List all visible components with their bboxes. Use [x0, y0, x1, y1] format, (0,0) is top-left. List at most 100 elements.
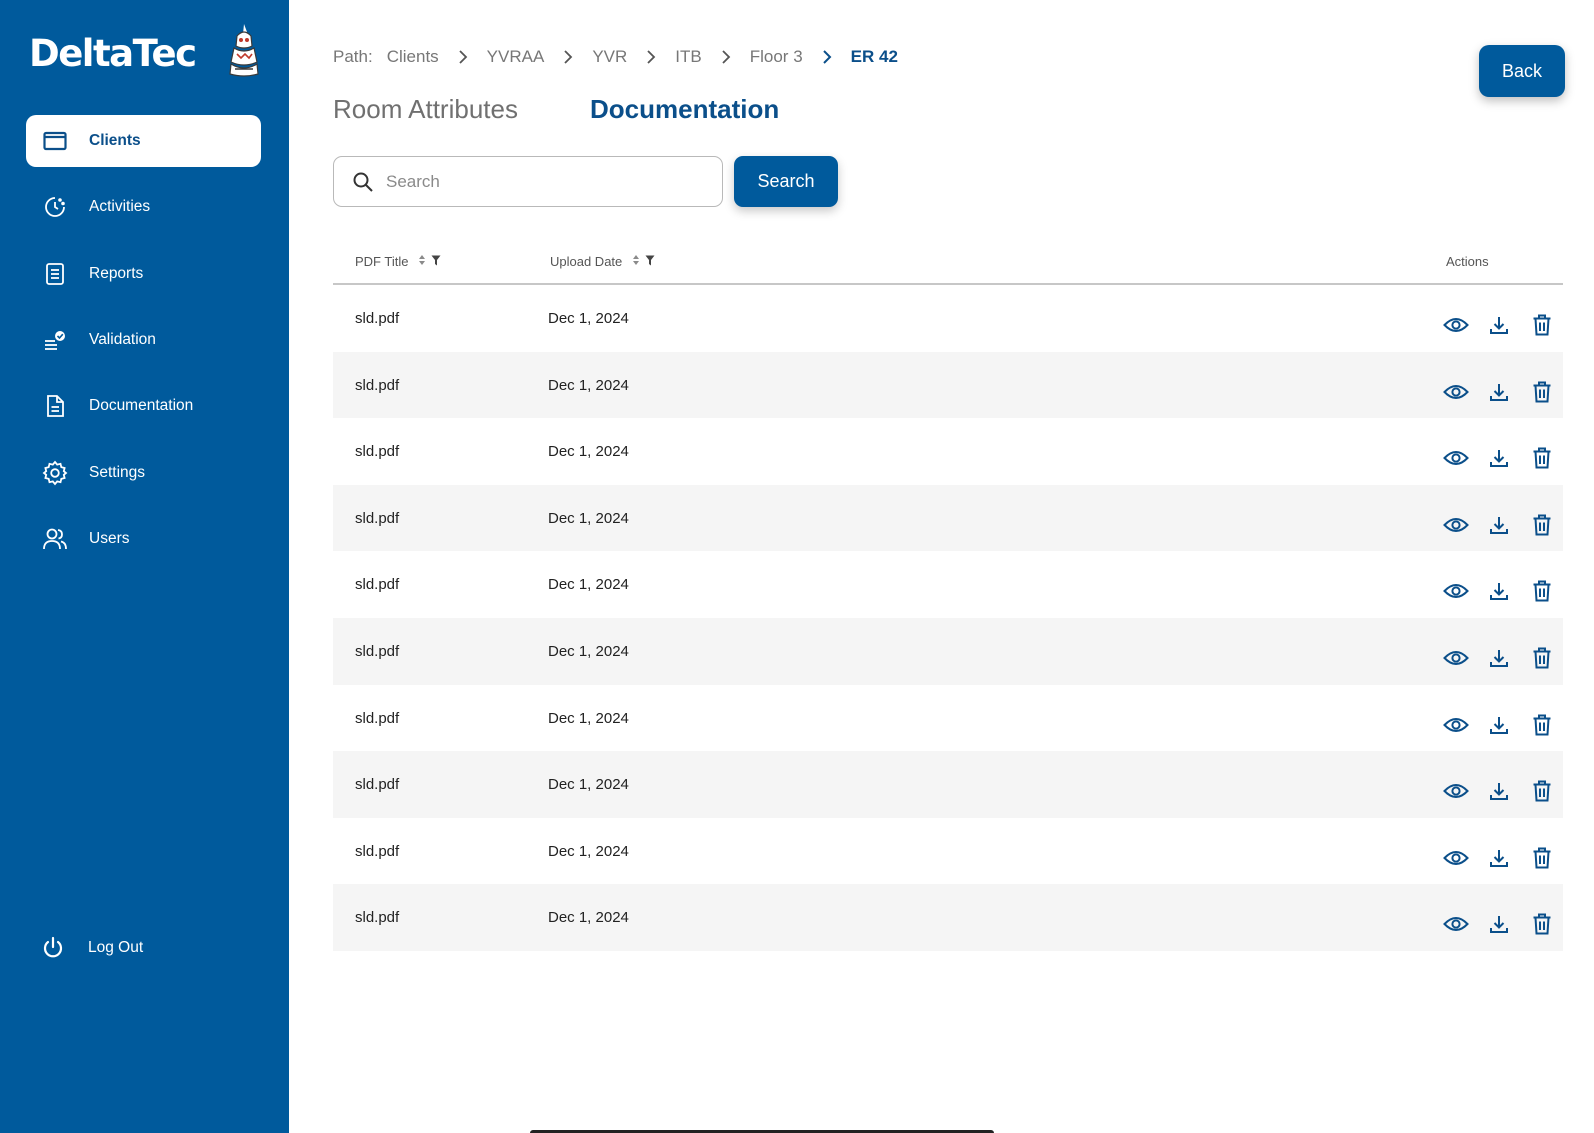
eye-icon	[1443, 649, 1469, 667]
delete-button[interactable]	[1529, 645, 1555, 671]
download-button[interactable]	[1486, 512, 1512, 538]
back-button[interactable]: Back	[1479, 45, 1565, 97]
window-icon	[42, 128, 68, 154]
download-icon	[1489, 382, 1509, 402]
row-actions	[1443, 911, 1572, 937]
upload-date-cell: Dec 1, 2024	[548, 376, 629, 394]
sidebar-item-clients[interactable]: Clients	[26, 115, 261, 167]
sidebar-item-validation[interactable]: Validation	[26, 314, 261, 366]
breadcrumb-item-itb[interactable]: ITB	[675, 47, 701, 67]
download-button[interactable]	[1486, 445, 1512, 471]
eye-icon	[1443, 383, 1469, 401]
sidebar: DeltaTec Clients Activities Reports Vali…	[0, 0, 289, 1133]
row-actions	[1443, 645, 1572, 671]
column-header-pdf-title: PDF Title	[355, 254, 441, 269]
trash-icon	[1532, 647, 1552, 669]
tab-room-attributes[interactable]: Room Attributes	[333, 94, 518, 125]
breadcrumb: Path: Clients YVRAA YVR ITB Floor 3 ER 4…	[333, 44, 898, 70]
upload-date-cell: Dec 1, 2024	[548, 709, 629, 727]
sort-icon[interactable]	[418, 254, 426, 269]
download-icon	[1489, 715, 1509, 735]
sidebar-item-documentation[interactable]: Documentation	[26, 380, 261, 432]
upload-date-cell: Dec 1, 2024	[548, 310, 629, 327]
sidebar-item-activities[interactable]: Activities	[26, 181, 261, 233]
upload-date-cell: Dec 1, 2024	[548, 842, 629, 860]
delete-button[interactable]	[1529, 578, 1555, 604]
search-field[interactable]	[333, 156, 723, 207]
delete-button[interactable]	[1529, 778, 1555, 804]
sidebar-item-label: Reports	[89, 265, 144, 282]
download-button[interactable]	[1486, 845, 1512, 871]
breadcrumb-item-yvr[interactable]: YVR	[592, 47, 627, 67]
download-button[interactable]	[1486, 379, 1512, 405]
upload-date-cell: Dec 1, 2024	[548, 909, 629, 927]
sidebar-item-label: Validation	[89, 331, 156, 348]
filter-icon[interactable]	[645, 254, 655, 269]
breadcrumb-item-clients[interactable]: Clients	[387, 47, 439, 67]
table-body: sld.pdf Dec 1, 2024 sld.pdf Dec 1, 2024 sld.…	[333, 285, 1563, 951]
download-icon	[1489, 914, 1509, 934]
view-button[interactable]	[1443, 445, 1469, 471]
logout-button[interactable]: Log Out	[26, 922, 261, 974]
view-button[interactable]	[1443, 512, 1469, 538]
download-button[interactable]	[1486, 911, 1512, 937]
row-actions	[1443, 379, 1572, 405]
delete-button[interactable]	[1529, 712, 1555, 738]
delete-button[interactable]	[1529, 845, 1555, 871]
delete-button[interactable]	[1529, 512, 1555, 538]
download-button[interactable]	[1486, 312, 1512, 338]
sidebar-item-reports[interactable]: Reports	[26, 248, 261, 300]
view-button[interactable]	[1443, 845, 1469, 871]
sidebar-item-label: Clients	[89, 132, 141, 149]
upload-date-cell: Dec 1, 2024	[548, 509, 629, 527]
validation-check-icon	[42, 327, 68, 353]
trash-icon	[1532, 913, 1552, 935]
view-button[interactable]	[1443, 712, 1469, 738]
chevron-right-icon	[439, 50, 487, 64]
view-button[interactable]	[1443, 379, 1469, 405]
sort-icon[interactable]	[632, 254, 640, 269]
download-icon	[1489, 648, 1509, 668]
trash-icon	[1532, 447, 1552, 469]
view-button[interactable]	[1443, 645, 1469, 671]
documents-table: PDF Title Upload Date Actions sld.pdf Dec…	[333, 240, 1563, 951]
pdf-title-cell: sld.pdf	[355, 776, 400, 794]
pdf-title-cell: sld.pdf	[355, 509, 400, 527]
breadcrumb-item-yvraa[interactable]: YVRAA	[487, 47, 545, 67]
trash-icon	[1532, 381, 1552, 403]
download-icon	[1489, 848, 1509, 868]
row-actions	[1443, 312, 1572, 338]
download-button[interactable]	[1486, 578, 1512, 604]
eye-icon	[1443, 316, 1469, 334]
download-icon	[1489, 781, 1509, 801]
view-button[interactable]	[1443, 778, 1469, 804]
row-actions	[1443, 845, 1572, 871]
table-row: sld.pdf Dec 1, 2024	[333, 617, 1563, 685]
row-actions	[1443, 712, 1572, 738]
table-row: sld.pdf Dec 1, 2024	[333, 884, 1563, 951]
breadcrumb-item-floor-3[interactable]: Floor 3	[750, 47, 803, 67]
search-button[interactable]: Search	[734, 156, 838, 207]
download-button[interactable]	[1486, 645, 1512, 671]
pdf-title-cell: sld.pdf	[355, 376, 400, 394]
filter-icon[interactable]	[431, 254, 441, 269]
row-actions	[1443, 512, 1572, 538]
search-input[interactable]	[386, 171, 706, 192]
sidebar-item-label: Users	[89, 530, 130, 547]
row-actions	[1443, 578, 1572, 604]
sidebar-item-settings[interactable]: Settings	[26, 447, 261, 499]
delete-button[interactable]	[1529, 312, 1555, 338]
logout-label: Log Out	[88, 939, 144, 956]
eye-icon	[1443, 915, 1469, 933]
view-button[interactable]	[1443, 578, 1469, 604]
tab-documentation[interactable]: Documentation	[590, 94, 779, 125]
delete-button[interactable]	[1529, 445, 1555, 471]
delete-button[interactable]	[1529, 379, 1555, 405]
view-button[interactable]	[1443, 312, 1469, 338]
download-button[interactable]	[1486, 712, 1512, 738]
download-button[interactable]	[1486, 778, 1512, 804]
sidebar-item-users[interactable]: Users	[26, 513, 261, 565]
row-actions	[1443, 445, 1572, 471]
delete-button[interactable]	[1529, 911, 1555, 937]
view-button[interactable]	[1443, 911, 1469, 937]
